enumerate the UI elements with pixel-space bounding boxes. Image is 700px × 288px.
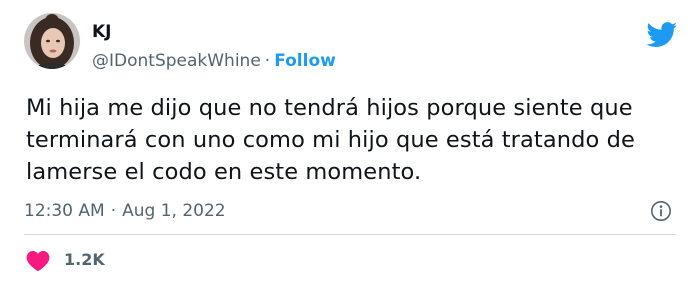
tweet-card: KJ @IDontSpeakWhine · Follow Mi hija me di… <box>0 0 700 288</box>
follow-button[interactable]: Follow <box>274 51 336 71</box>
avatar[interactable] <box>24 13 80 69</box>
meta-separator: · <box>110 201 117 221</box>
like-count[interactable]: 1.2K <box>64 249 105 271</box>
tweet-time[interactable]: 12:30 AM <box>24 201 105 221</box>
tweet-timestamp[interactable]: 12:30 AM · Aug 1, 2022 <box>24 200 226 222</box>
author-handle-row: @IDontSpeakWhine · Follow <box>92 50 336 72</box>
tweet-text: Mi hija me dijo que no tendrá hijos porq… <box>26 95 635 185</box>
author-name[interactable]: KJ <box>92 22 112 42</box>
tweet-date[interactable]: Aug 1, 2022 <box>122 201 226 221</box>
twitter-bird-icon[interactable] <box>646 22 678 48</box>
handle-separator: · <box>264 51 271 71</box>
divider <box>24 234 676 235</box>
info-icon[interactable] <box>650 200 672 222</box>
heart-icon[interactable] <box>26 250 50 272</box>
avatar-image <box>24 13 80 69</box>
author-handle[interactable]: @IDontSpeakWhine <box>92 51 261 71</box>
